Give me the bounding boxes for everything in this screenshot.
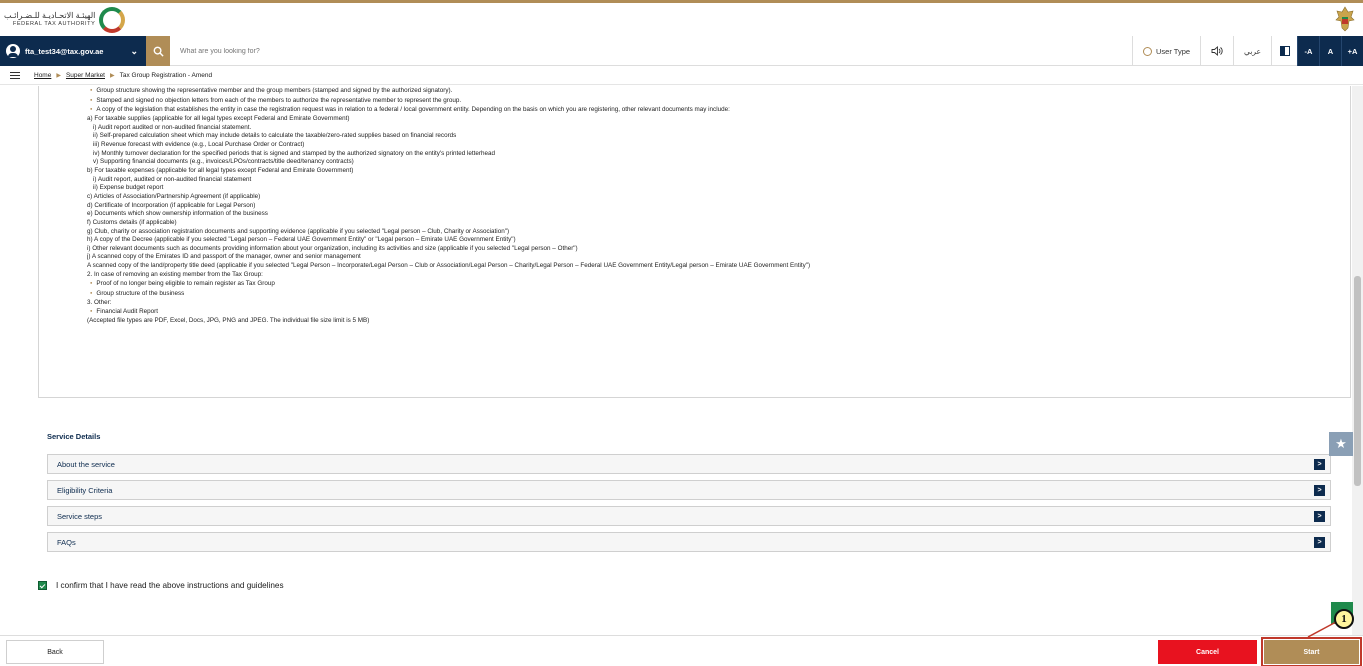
- document-line: iv) Monthly turnover declaration for the…: [93, 149, 495, 157]
- arabic-language-label: عربي: [1244, 46, 1261, 56]
- document-line: i) Audit report audited or non-audited f…: [93, 123, 252, 131]
- document-line: A scanned copy of the land/property titl…: [87, 262, 811, 270]
- document-line: 2. In case of removing an existing membe…: [87, 270, 263, 278]
- breadcrumb-separator-icon: ▶: [56, 73, 61, 79]
- accordion-label: FAQs: [57, 537, 76, 547]
- site-header: الهيئـة الاتحـاديـة للـضـرائـب FEDERAL T…: [0, 3, 1363, 36]
- breadcrumb-section-link[interactable]: Super Market: [66, 72, 105, 79]
- expand-arrow-icon[interactable]: >: [1314, 537, 1325, 548]
- accordion-label: Eligibility Criteria: [57, 485, 113, 495]
- service-details-title: Service Details: [47, 432, 101, 441]
- document-line: v) Supporting financial documents (e.g.,…: [93, 158, 354, 166]
- chevron-down-icon: ⌄: [130, 45, 138, 56]
- accordion-label: About the service: [57, 459, 115, 469]
- main-content: Group structure showing the representati…: [0, 86, 1352, 635]
- cancel-button[interactable]: Cancel: [1158, 640, 1257, 664]
- search-input[interactable]: [172, 42, 572, 60]
- document-line: Group structure showing the representati…: [87, 86, 1350, 96]
- document-line: g) Club, charity or association registra…: [87, 227, 510, 235]
- back-button[interactable]: Back: [6, 640, 104, 664]
- document-line: i) Audit report, audited or non-audited …: [93, 175, 252, 183]
- expand-arrow-icon[interactable]: >: [1314, 459, 1325, 470]
- font-normal-button[interactable]: A: [1319, 36, 1341, 66]
- font-increase-label: +A: [1347, 46, 1358, 56]
- document-line: ii) Self-prepared calculation sheet whic…: [93, 132, 457, 140]
- expand-arrow-icon[interactable]: >: [1314, 485, 1325, 496]
- document-line: Group structure of the business: [87, 289, 1350, 299]
- document-line: b) For taxable expenses (applicable for …: [87, 166, 354, 174]
- confirm-label: I confirm that I have read the above ins…: [56, 581, 284, 590]
- confirm-instructions: I confirm that I have read the above ins…: [38, 581, 284, 590]
- text-to-speech-button[interactable]: [1200, 36, 1233, 66]
- document-line: A copy of the legislation that establish…: [87, 105, 1350, 115]
- document-line: ii) Expense budget report: [93, 184, 164, 192]
- logo-arabic-text: الهيئـة الاتحـاديـة للـضـرائـب: [4, 11, 96, 20]
- step-number-badge: 1: [1334, 609, 1354, 629]
- breadcrumb: Home ▶ Super Market ▶ Tax Group Registra…: [0, 67, 1363, 85]
- language-toggle[interactable]: عربي: [1233, 36, 1271, 66]
- document-line: d) Certificate of Incorporation (if appl…: [87, 201, 256, 209]
- font-decrease-label: -A: [1304, 46, 1313, 56]
- user-icon: [6, 44, 20, 58]
- font-increase-button[interactable]: +A: [1341, 36, 1363, 66]
- document-line: j) A scanned copy of the Emirates ID and…: [87, 253, 361, 261]
- document-line: c) Articles of Association/Partnership A…: [87, 192, 261, 200]
- document-line: Financial Audit Report: [87, 307, 1350, 317]
- document-line: i) Other relevant documents such as docu…: [87, 244, 578, 252]
- document-line: Stamped and signed no objection letters …: [87, 96, 1350, 106]
- fta-logo[interactable]: الهيئـة الاتحـاديـة للـضـرائـب FEDERAL T…: [4, 7, 126, 33]
- uae-emblem-icon: [1335, 6, 1355, 32]
- document-line: a) For taxable supplies (applicable for …: [87, 114, 350, 122]
- user-account-menu[interactable]: fta_test34@tax.gov.ae ⌄: [0, 36, 146, 66]
- document-line: 3. Other:: [87, 298, 112, 306]
- scrollbar-thumb[interactable]: [1354, 276, 1361, 486]
- document-line: e) Documents which show ownership inform…: [87, 210, 268, 218]
- breadcrumb-separator-icon: ▶: [110, 73, 115, 79]
- breadcrumb-current: Tax Group Registration - Amend: [119, 72, 213, 79]
- breadcrumb-home-link[interactable]: Home: [34, 72, 51, 79]
- gear-icon: [1143, 46, 1152, 56]
- top-toolbar: fta_test34@tax.gov.ae ⌄ User Type عربي -…: [0, 36, 1363, 66]
- logo-text: الهيئـة الاتحـاديـة للـضـرائـب FEDERAL T…: [4, 11, 95, 29]
- speaker-icon: [1211, 46, 1223, 56]
- expand-arrow-icon[interactable]: >: [1314, 511, 1325, 522]
- user-email: fta_test34@tax.gov.ae: [25, 46, 104, 56]
- accordion-about-service[interactable]: About the service >: [47, 454, 1331, 474]
- search-button[interactable]: [146, 36, 170, 66]
- font-normal-label: A: [1327, 46, 1334, 56]
- favorite-star-icon[interactable]: ★: [1329, 432, 1353, 456]
- logo-english-text: FEDERAL TAX AUTHORITY: [12, 21, 96, 27]
- confirm-checkbox[interactable]: [38, 581, 47, 590]
- accordion-service-steps[interactable]: Service steps >: [47, 506, 1331, 526]
- contrast-icon: [1279, 46, 1290, 56]
- document-line: h) A copy of the Decree (applicable if y…: [87, 236, 516, 244]
- accessibility-tools: User Type عربي -A A +A: [1132, 36, 1363, 66]
- hamburger-menu-icon[interactable]: [10, 72, 20, 79]
- user-type-label: User Type: [1156, 46, 1191, 56]
- document-line: iii) Revenue forecast with evidence (e.g…: [93, 140, 305, 148]
- accordion-faqs[interactable]: FAQs >: [47, 532, 1331, 552]
- user-type-button[interactable]: User Type: [1132, 36, 1200, 66]
- logo-mark-icon: [99, 7, 126, 33]
- accordion-eligibility-criteria[interactable]: Eligibility Criteria >: [47, 480, 1331, 500]
- font-decrease-button[interactable]: -A: [1297, 36, 1319, 66]
- contrast-toggle[interactable]: [1271, 36, 1297, 66]
- required-documents-panel: Group structure showing the representati…: [38, 86, 1351, 398]
- start-button[interactable]: Start: [1261, 637, 1362, 666]
- search-icon: [153, 46, 164, 57]
- accordion-label: Service steps: [57, 511, 103, 521]
- document-line: (Accepted file types are PDF, Excel, Doc…: [87, 317, 370, 325]
- vertical-scrollbar[interactable]: [1352, 86, 1363, 635]
- footer-actions: Back Cancel Start: [0, 635, 1363, 666]
- document-line: f) Customs details (if applicable): [87, 218, 177, 226]
- document-line: Proof of no longer being eligible to rem…: [87, 279, 1350, 289]
